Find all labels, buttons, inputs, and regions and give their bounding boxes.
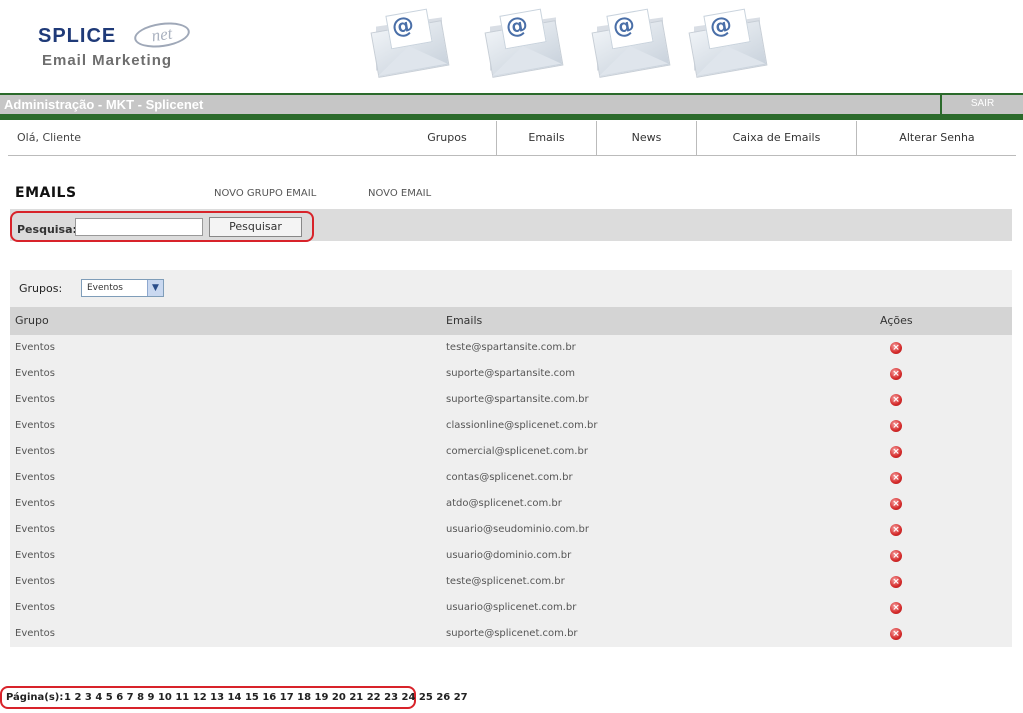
column-header-acoes: Ações xyxy=(880,314,913,327)
cell-email: suporte@spartansite.com.br xyxy=(446,394,589,405)
new-email-link[interactable]: NOVO EMAIL xyxy=(368,188,431,199)
new-group-email-link[interactable]: NOVO GRUPO EMAIL xyxy=(214,188,316,199)
cell-email: usuario@splicenet.com.br xyxy=(446,602,577,613)
delete-icon[interactable]: × xyxy=(890,550,902,562)
cell-email: usuario@dominio.com.br xyxy=(446,550,572,561)
cell-grupo: Eventos xyxy=(15,576,55,587)
cell-email: classionline@splicenet.com.br xyxy=(446,420,598,431)
nav-item-alterar-senha[interactable]: Alterar Senha xyxy=(856,121,1017,155)
delete-icon[interactable]: × xyxy=(890,576,902,588)
group-filter-label: Grupos: xyxy=(19,282,63,295)
table-row: Eventos contas@splicenet.com.br × xyxy=(10,465,1012,491)
pagination-label: Página(s): xyxy=(6,692,64,703)
envelope-icon: @ xyxy=(370,8,454,78)
envelope-icon: @ xyxy=(688,8,772,78)
delete-icon[interactable]: × xyxy=(890,420,902,432)
delete-icon[interactable]: × xyxy=(890,394,902,406)
logo-wordmark: SPLICE xyxy=(38,25,117,47)
search-label: Pesquisa: xyxy=(17,223,77,236)
delete-icon[interactable]: × xyxy=(890,342,902,354)
column-header-grupo: Grupo xyxy=(15,314,49,327)
cell-email: atdo@splicenet.com.br xyxy=(446,498,562,509)
search-highlight: Pesquisa: Pesquisar xyxy=(10,211,314,242)
search-button[interactable]: Pesquisar xyxy=(209,217,302,237)
cell-grupo: Eventos xyxy=(15,446,55,457)
group-filter-select[interactable]: Eventos ▼ xyxy=(81,279,164,297)
table-row: Eventos classionline@splicenet.com.br × xyxy=(10,413,1012,439)
nav-item-news[interactable]: News xyxy=(596,121,696,155)
delete-icon[interactable]: × xyxy=(890,472,902,484)
table-row: Eventos suporte@spartansite.com × xyxy=(10,361,1012,387)
cell-grupo: Eventos xyxy=(15,394,55,405)
page-title: EMAILS xyxy=(15,185,77,201)
cell-grupo: Eventos xyxy=(15,420,55,431)
page-header: SPLICE net Email Marketing @ @ @ @ xyxy=(0,0,1023,88)
logout-button[interactable]: SAIR xyxy=(940,95,1023,114)
cell-email: teste@spartansite.com.br xyxy=(446,342,576,353)
search-input[interactable] xyxy=(75,218,203,236)
cell-grupo: Eventos xyxy=(15,628,55,639)
user-greeting: Olá, Cliente xyxy=(17,131,82,144)
table-header: Grupo Emails Ações xyxy=(10,307,1012,335)
cell-email: usuario@seudominio.com.br xyxy=(446,524,589,535)
table-row: Eventos usuario@seudominio.com.br × xyxy=(10,517,1012,543)
admin-bar: Administração - MKT - Splicenet SAIR xyxy=(0,93,1023,120)
nav-item-grupos[interactable]: Grupos xyxy=(407,121,487,155)
cell-email: suporte@spartansite.com xyxy=(446,368,575,379)
delete-icon[interactable]: × xyxy=(890,524,902,536)
table-row: Eventos atdo@splicenet.com.br × xyxy=(10,491,1012,517)
pagination: Página(s): 1 2 3 4 5 6 7 8 9 10 11 12 13… xyxy=(0,686,468,709)
cell-grupo: Eventos xyxy=(15,472,55,483)
table-row: Eventos teste@splicenet.com.br × xyxy=(10,569,1012,595)
emails-table-area: Grupos: Eventos ▼ Grupo Emails Ações Eve… xyxy=(10,270,1012,647)
delete-icon[interactable]: × xyxy=(890,628,902,640)
table-row: Eventos suporte@splicenet.com.br × xyxy=(10,621,1012,647)
main-nav: Olá, Cliente Grupos Emails News Caixa de… xyxy=(8,121,1016,156)
cell-grupo: Eventos xyxy=(15,524,55,535)
cell-email: suporte@splicenet.com.br xyxy=(446,628,578,639)
cell-grupo: Eventos xyxy=(15,602,55,613)
envelope-icon: @ xyxy=(484,8,568,78)
delete-icon[interactable]: × xyxy=(890,446,902,458)
delete-icon[interactable]: × xyxy=(890,368,902,380)
nav-item-caixa-de-emails[interactable]: Caixa de Emails xyxy=(696,121,856,155)
table-row: Eventos comercial@splicenet.com.br × xyxy=(10,439,1012,465)
cell-grupo: Eventos xyxy=(15,342,55,353)
table-row: Eventos usuario@splicenet.com.br × xyxy=(10,595,1012,621)
cell-email: teste@splicenet.com.br xyxy=(446,576,565,587)
splicenet-logo[interactable]: SPLICE net Email Marketing xyxy=(38,19,198,69)
chevron-down-icon[interactable]: ▼ xyxy=(147,280,163,296)
cell-email: contas@splicenet.com.br xyxy=(446,472,573,483)
column-header-emails: Emails xyxy=(446,314,483,327)
logo-net-badge: net xyxy=(132,19,192,51)
delete-icon[interactable]: × xyxy=(890,498,902,510)
delete-icon[interactable]: × xyxy=(890,602,902,614)
nav-item-emails[interactable]: Emails xyxy=(496,121,596,155)
group-filter-value: Eventos xyxy=(87,283,123,293)
table-row: Eventos suporte@spartansite.com.br × xyxy=(10,387,1012,413)
table-row: Eventos usuario@dominio.com.br × xyxy=(10,543,1012,569)
cell-grupo: Eventos xyxy=(15,368,55,379)
cell-email: comercial@splicenet.com.br xyxy=(446,446,588,457)
admin-title: Administração - MKT - Splicenet xyxy=(4,97,204,112)
pagination-pages[interactable]: 1 2 3 4 5 6 7 8 9 10 11 12 13 14 15 16 1… xyxy=(64,692,468,703)
cell-grupo: Eventos xyxy=(15,498,55,509)
cell-grupo: Eventos xyxy=(15,550,55,561)
logo-subtitle: Email Marketing xyxy=(42,52,173,69)
search-bar: Pesquisa: Pesquisar xyxy=(10,209,1012,242)
table-row: Eventos teste@spartansite.com.br × xyxy=(10,335,1012,361)
envelope-icon: @ xyxy=(591,8,675,78)
